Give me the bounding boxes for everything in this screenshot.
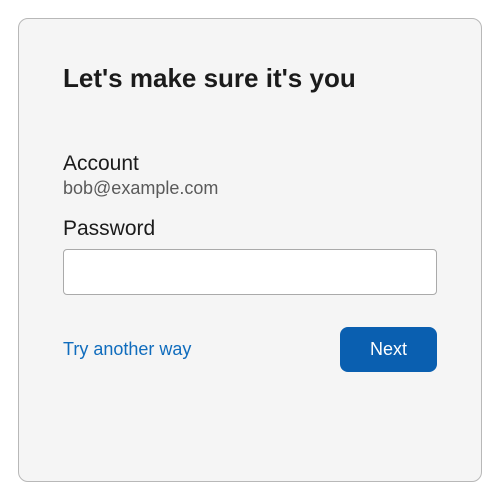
password-label: Password bbox=[63, 217, 437, 241]
try-another-way-link[interactable]: Try another way bbox=[63, 339, 191, 360]
account-label: Account bbox=[63, 152, 437, 176]
actions-row: Try another way Next bbox=[63, 327, 437, 372]
verification-card: Let's make sure it's you Account bob@exa… bbox=[18, 18, 482, 482]
password-input[interactable] bbox=[63, 249, 437, 295]
account-value: bob@example.com bbox=[63, 178, 437, 199]
next-button[interactable]: Next bbox=[340, 327, 437, 372]
page-title: Let's make sure it's you bbox=[63, 63, 437, 94]
